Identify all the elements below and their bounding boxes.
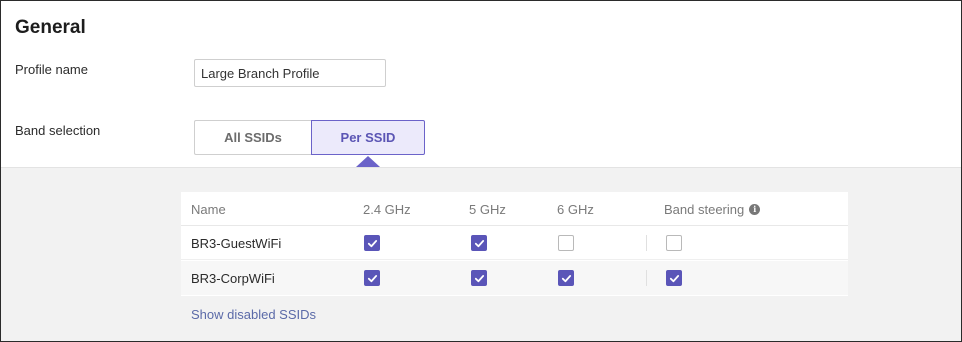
checkbox-2-4ghz[interactable]	[364, 270, 380, 286]
band-selection-label: Band selection	[15, 123, 101, 138]
header-2-4ghz: 2.4 GHz	[363, 201, 411, 217]
ssid-name: BR3-CorpWiFi	[191, 270, 275, 286]
general-section: General Profile name Band selection All …	[1, 1, 961, 167]
header-name: Name	[191, 201, 226, 217]
section-title: General	[15, 17, 86, 38]
table-row: BR3-CorpWiFi	[181, 261, 848, 295]
check-icon	[474, 274, 484, 282]
header-5ghz: 5 GHz	[469, 201, 506, 217]
checkbox-band-steering[interactable]	[666, 235, 682, 251]
header-6ghz: 6 GHz	[557, 201, 594, 217]
checkbox-band-steering[interactable]	[666, 270, 682, 286]
checkbox-6ghz[interactable]	[558, 270, 574, 286]
checkbox-5ghz[interactable]	[471, 270, 487, 286]
column-divider	[646, 270, 647, 286]
header-band-steering-label: Band steering	[664, 201, 745, 217]
ssid-name: BR3-GuestWiFi	[191, 235, 282, 251]
column-divider	[646, 235, 647, 251]
check-icon	[669, 274, 679, 282]
table-header-row: Name 2.4 GHz 5 GHz 6 GHz Band steering i	[181, 192, 848, 226]
band-option-all-ssids[interactable]: All SSIDs	[194, 120, 311, 155]
checkbox-5ghz[interactable]	[471, 235, 487, 251]
profile-name-label: Profile name	[15, 62, 88, 77]
band-option-per-ssid[interactable]: Per SSID	[311, 120, 425, 155]
profile-name-input[interactable]	[194, 59, 386, 87]
ssid-band-table: Name 2.4 GHz 5 GHz 6 GHz Band steering i…	[181, 192, 848, 296]
profile-settings-panel: General Profile name Band selection All …	[0, 0, 962, 342]
header-band-steering: Band steering i	[664, 192, 761, 226]
table-row: BR3-GuestWiFi	[181, 226, 848, 260]
checkbox-6ghz[interactable]	[558, 235, 574, 251]
checkbox-2-4ghz[interactable]	[364, 235, 380, 251]
info-circle-icon[interactable]: i	[749, 203, 761, 215]
check-icon	[367, 274, 377, 282]
selected-pointer-icon	[356, 156, 380, 167]
check-icon	[561, 274, 571, 282]
check-icon	[367, 239, 377, 247]
show-disabled-ssids-link[interactable]: Show disabled SSIDs	[191, 307, 316, 322]
check-icon	[474, 239, 484, 247]
